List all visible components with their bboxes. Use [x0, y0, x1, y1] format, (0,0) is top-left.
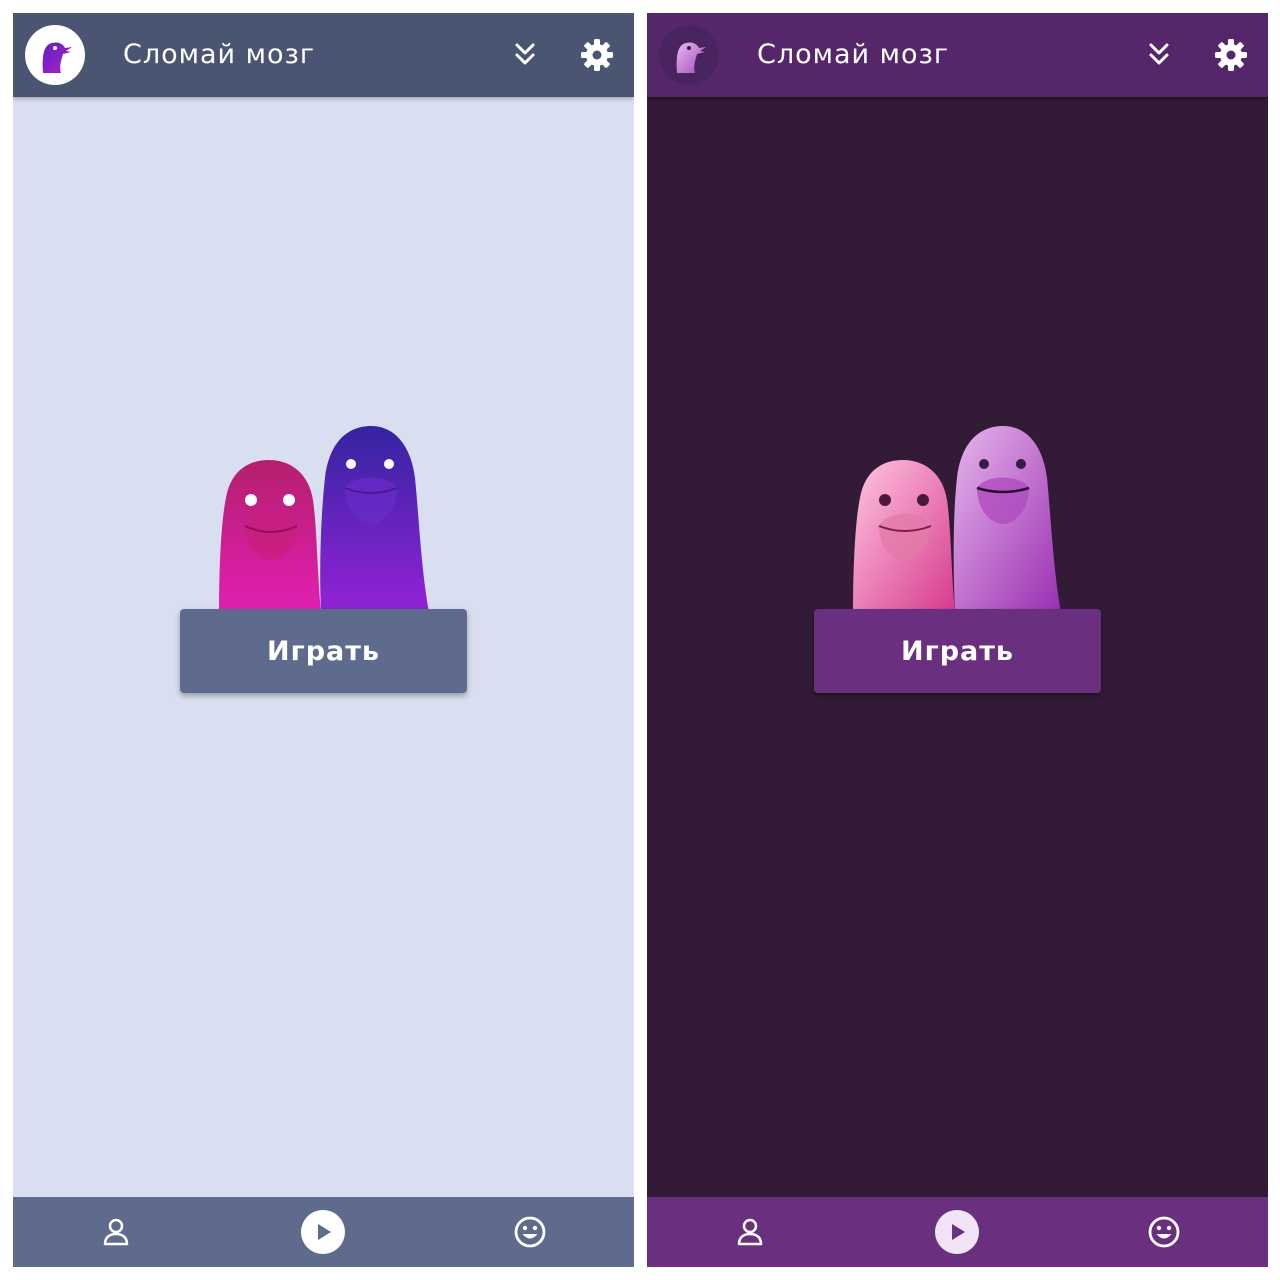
app-title: Сломай мозг [757, 39, 950, 70]
app-logo[interactable] [659, 25, 719, 85]
collapse-button[interactable] [1143, 39, 1175, 71]
top-app-bar: Сломай мозг [13, 13, 634, 97]
dark-theme-screen: Сломай мозг Играть [647, 13, 1268, 1267]
nav-play[interactable] [301, 1210, 345, 1254]
smile-icon [514, 1216, 546, 1248]
play-button[interactable]: Играть [180, 609, 467, 693]
collapse-button[interactable] [509, 39, 541, 71]
bottom-nav-bar [13, 1197, 634, 1267]
play-disc [301, 1210, 345, 1254]
settings-button[interactable] [579, 37, 615, 73]
smile-icon [1148, 1216, 1180, 1248]
bird-logo-icon [42, 42, 72, 73]
gear-icon [581, 39, 613, 71]
app-logo[interactable] [25, 25, 85, 85]
play-icon [952, 1224, 965, 1240]
bird-logo-icon [676, 42, 706, 73]
nav-profile[interactable] [728, 1210, 772, 1254]
double-chevron-down-icon [1149, 43, 1169, 65]
top-app-bar: Сломай мозг [647, 13, 1268, 97]
play-disc [935, 1210, 979, 1254]
settings-button[interactable] [1213, 37, 1249, 73]
user-icon [103, 1218, 129, 1246]
play-icon [318, 1224, 331, 1240]
double-chevron-down-icon [515, 43, 535, 65]
nav-emotions[interactable] [508, 1210, 552, 1254]
two-birds-illustration [213, 418, 433, 613]
bottom-nav-bar [647, 1197, 1268, 1267]
play-button[interactable]: Играть [814, 609, 1101, 693]
nav-emotions[interactable] [1142, 1210, 1186, 1254]
app-title: Сломай мозг [123, 39, 316, 70]
nav-profile[interactable] [94, 1210, 138, 1254]
light-theme-screen: Сломай мозг Играть [13, 13, 634, 1267]
user-icon [737, 1218, 763, 1246]
nav-play[interactable] [935, 1210, 979, 1254]
gear-icon [1215, 39, 1247, 71]
two-birds-illustration [847, 418, 1067, 613]
